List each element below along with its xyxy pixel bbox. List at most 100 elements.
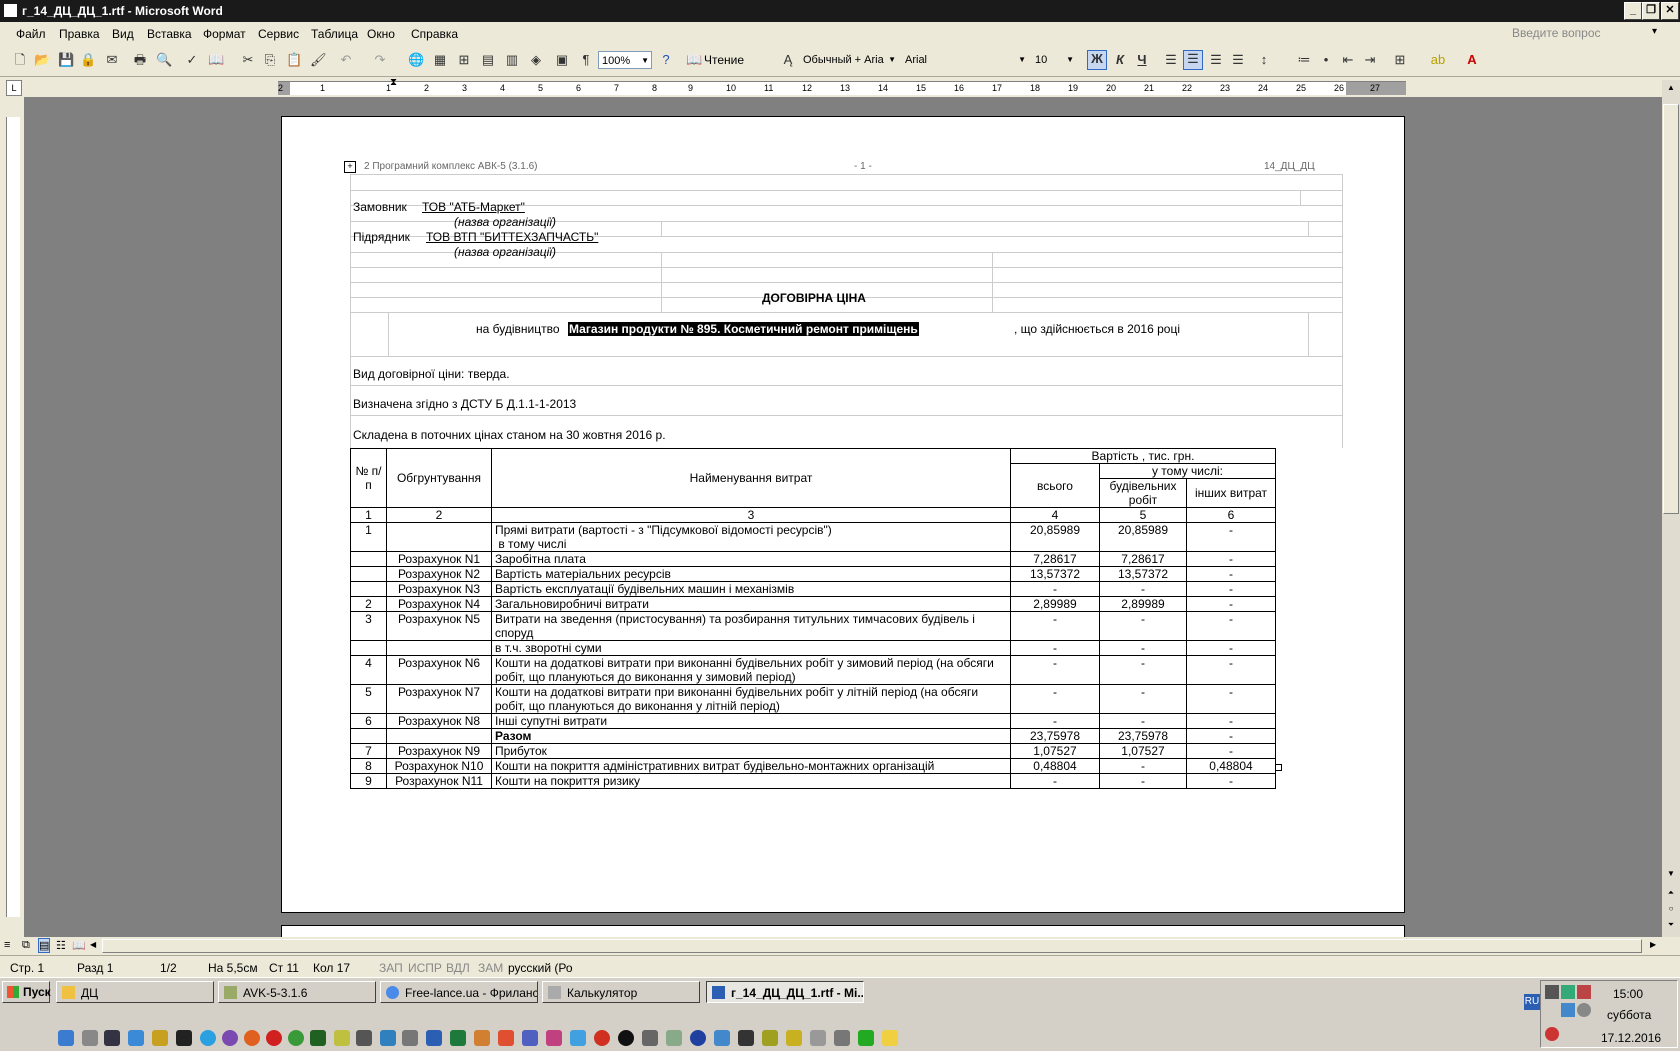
permission-icon[interactable]: 🔒 (80, 52, 96, 68)
print-layout-icon[interactable]: ▤ (38, 938, 51, 953)
quicklaunch-icon[interactable] (834, 1030, 850, 1046)
scroll-up-icon[interactable]: ▲ (1663, 80, 1679, 96)
quicklaunch-icon[interactable] (522, 1030, 538, 1046)
reading-view-icon[interactable]: 📖 (72, 939, 86, 952)
quicklaunch-icon[interactable] (786, 1030, 802, 1046)
task-browser[interactable]: Free-lance.ua - Фриланс... (380, 981, 538, 1003)
task-word[interactable]: г_14_ДЦ_ДЦ_1.rtf - Mi... (706, 981, 864, 1003)
numbering-icon[interactable]: ≔ (1296, 52, 1312, 68)
quicklaunch-icon[interactable] (152, 1030, 168, 1046)
quicklaunch-icon[interactable] (498, 1030, 514, 1046)
menu-file[interactable]: Файл (16, 27, 46, 41)
research-icon[interactable]: 📖 (208, 52, 224, 68)
clock-time[interactable]: 15:00 (1613, 987, 1643, 1001)
underline-button[interactable]: Ч (1134, 52, 1150, 68)
opera-icon[interactable] (266, 1030, 282, 1046)
spelling-icon[interactable]: ✓ (184, 52, 200, 68)
tray-icon[interactable] (1545, 1027, 1559, 1041)
normal-view-icon[interactable]: ≡ (4, 939, 10, 951)
horizontal-ruler[interactable]: L 2 1 1 2 3 4 5 6 7 8 9 10 11 12 13 14 1… (0, 77, 1680, 97)
firefox-icon[interactable] (244, 1030, 260, 1046)
scroll-thumb[interactable] (1663, 104, 1679, 514)
excel-launch-icon[interactable] (450, 1030, 466, 1046)
quicklaunch-icon[interactable] (128, 1030, 144, 1046)
quicklaunch-icon[interactable] (474, 1030, 490, 1046)
next-page[interactable] (281, 925, 1405, 937)
document-area[interactable]: + 2 Програмний комплекс АВК-5 (3.1.6) - … (24, 97, 1662, 937)
quicklaunch-icon[interactable] (882, 1030, 898, 1046)
menu-help[interactable]: Справка (411, 27, 458, 41)
minimize-button[interactable]: _ (1624, 2, 1642, 20)
scroll-right-icon[interactable]: ▶ (1650, 940, 1656, 949)
font-color-icon[interactable]: A (1464, 52, 1480, 68)
restore-button[interactable]: ❐ (1642, 2, 1660, 20)
start-button[interactable]: Пуск (2, 981, 51, 1003)
quicklaunch-icon[interactable] (310, 1030, 326, 1046)
tray-icon[interactable] (1577, 1003, 1591, 1017)
status-track-changes[interactable]: ИСПР (408, 961, 442, 975)
font-size-select[interactable]: 10 ▼ (1032, 51, 1076, 69)
viber-icon[interactable] (222, 1030, 238, 1046)
ask-dropdown-icon[interactable]: ▾ (1652, 26, 1657, 37)
network-icon[interactable] (1561, 1003, 1575, 1017)
quicklaunch-icon[interactable] (176, 1030, 192, 1046)
document-map-icon[interactable]: ▣ (554, 52, 570, 68)
undo-icon[interactable]: ↶ (338, 52, 354, 68)
italic-button[interactable]: К (1112, 52, 1128, 68)
quicklaunch-icon[interactable] (714, 1030, 730, 1046)
menu-insert[interactable]: Вставка (147, 27, 192, 41)
volume-icon[interactable] (1577, 985, 1591, 999)
hyperlink-icon[interactable]: 🌐 (408, 52, 424, 68)
align-center-icon[interactable]: ☰ (1183, 50, 1203, 70)
quicklaunch-icon[interactable] (810, 1030, 826, 1046)
quicklaunch-icon[interactable] (594, 1030, 610, 1046)
bullets-icon[interactable]: • (1318, 52, 1334, 68)
show-hide-icon[interactable]: ¶ (578, 52, 594, 68)
ask-question-input[interactable]: Введите вопрос (1512, 26, 1662, 42)
align-right-icon[interactable]: ☰ (1208, 52, 1224, 68)
quicklaunch-icon[interactable] (402, 1030, 418, 1046)
tray-icon[interactable] (1561, 985, 1575, 999)
drawing-icon[interactable]: ◈ (528, 52, 544, 68)
style-select[interactable]: Обычный + Aria ▼ (800, 51, 898, 69)
skype-icon[interactable] (200, 1030, 216, 1046)
quicklaunch-icon[interactable] (334, 1030, 350, 1046)
borders-icon[interactable]: ⊞ (1392, 52, 1408, 68)
status-record[interactable]: ЗАП (379, 961, 403, 975)
quicklaunch-icon[interactable] (546, 1030, 562, 1046)
quicklaunch-icon[interactable] (58, 1030, 74, 1046)
tab-selector-icon[interactable]: L (6, 80, 22, 96)
paste-icon[interactable]: 📋 (286, 52, 302, 68)
help-icon[interactable]: ? (658, 52, 674, 68)
quicklaunch-icon[interactable] (690, 1030, 706, 1046)
language-indicator[interactable]: RU (1524, 994, 1540, 1010)
decrease-indent-icon[interactable]: ⇤ (1340, 52, 1356, 68)
menu-format[interactable]: Формат (203, 27, 246, 41)
quicklaunch-icon[interactable] (618, 1030, 634, 1046)
quicklaunch-icon[interactable] (104, 1030, 120, 1046)
highlight-icon[interactable]: ab (1430, 52, 1446, 68)
tray-icon[interactable] (1545, 985, 1559, 999)
task-calculator[interactable]: Калькулятор (542, 981, 700, 1003)
outline-view-icon[interactable]: ☷ (56, 939, 66, 952)
web-view-icon[interactable]: ⧉ (22, 939, 30, 952)
email-icon[interactable]: ✉ (104, 52, 120, 68)
align-left-icon[interactable]: ☰ (1163, 52, 1179, 68)
chrome-launch-icon[interactable] (288, 1030, 304, 1046)
redo-icon[interactable]: ↷ (372, 52, 388, 68)
quicklaunch-icon[interactable] (738, 1030, 754, 1046)
bold-button[interactable]: Ж (1087, 50, 1107, 70)
status-overtype[interactable]: ЗАМ (478, 961, 503, 975)
quicklaunch-icon[interactable] (356, 1030, 372, 1046)
next-page-icon[interactable]: ⏷ (1663, 920, 1679, 934)
status-extend[interactable]: ВДЛ (446, 961, 470, 975)
cut-icon[interactable]: ✂ (240, 52, 256, 68)
menu-window[interactable]: Окно (367, 27, 395, 41)
table-resize-handle-icon[interactable] (1275, 764, 1282, 771)
menu-tools[interactable]: Сервис (258, 27, 299, 41)
word-launch-icon[interactable] (426, 1030, 442, 1046)
title-bar[interactable]: г_14_ДЦ_ДЦ_1.rtf - Microsoft Word _ ❐ ✕ (0, 0, 1680, 22)
quicklaunch-icon[interactable] (570, 1030, 586, 1046)
styles-icon[interactable]: Ą (780, 52, 796, 68)
quicklaunch-icon[interactable] (666, 1030, 682, 1046)
